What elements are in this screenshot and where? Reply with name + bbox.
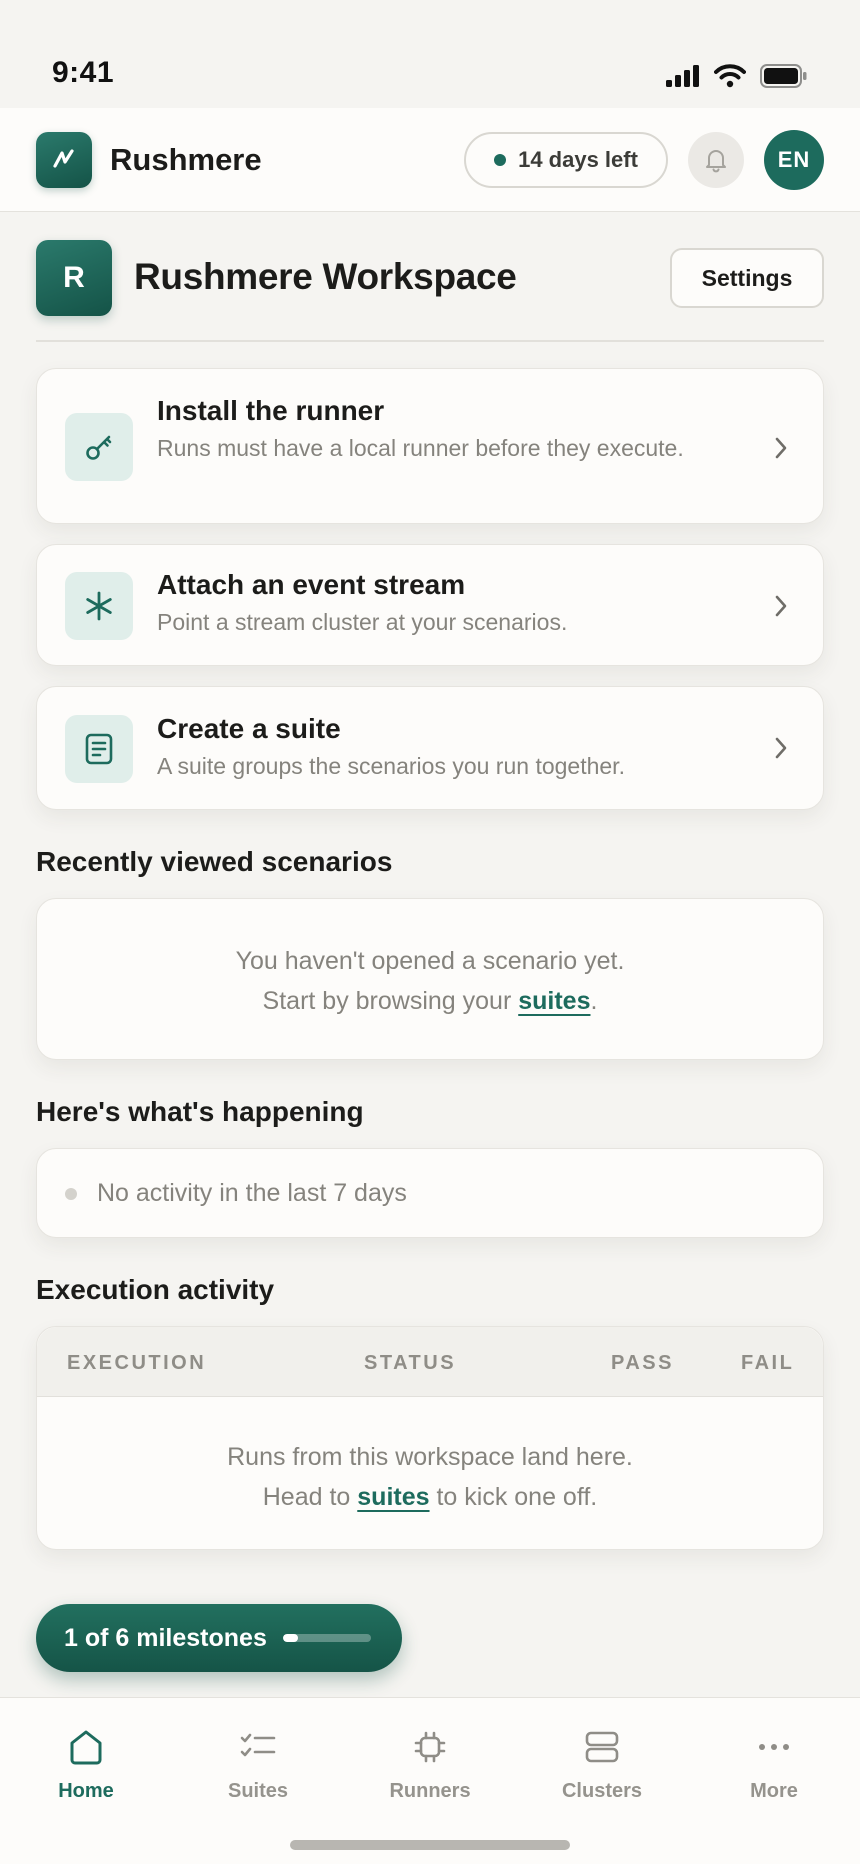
chevron-right-icon [775,437,787,459]
task-description: Point a stream cluster at your scenarios… [157,609,568,635]
status-icons [666,64,808,88]
column-header-fail: FAIL [741,1352,795,1374]
battery-icon [760,64,807,88]
server-icon [585,1731,619,1763]
checklist-icon [240,1733,276,1757]
section-title-happening: Here's what's happening [36,1096,364,1127]
section-title-executions: Execution activity [36,1274,275,1305]
recent-scenarios-card: You haven't opened a scenario yet. Start… [36,898,824,1060]
empty-state-prefix: Head to [262,1483,358,1511]
tab-clusters[interactable]: Clusters [532,1722,672,1803]
task-title: Install the runner [157,395,385,426]
logo-mark-icon [53,149,74,168]
app-header: Rushmere 14 days left EN [0,108,860,212]
app-logo[interactable] [36,132,92,188]
milestones-progress [282,1634,371,1642]
asterisk-icon [86,591,112,621]
tab-home[interactable]: Home [16,1722,156,1803]
tab-label: More [750,1780,798,1802]
task-icon-container [65,572,133,640]
tab-more[interactable]: More [704,1722,844,1803]
tab-label: Runners [389,1780,471,1802]
tab-label: Suites [227,1780,289,1802]
task-title: Create a suite [157,713,341,744]
empty-state-text: Runs from this workspace land here. Head… [37,1437,823,1517]
chevron-right-icon [775,737,787,759]
executions-table: EXECUTION STATUS PASS FAIL Runs from thi… [36,1326,824,1550]
empty-state-text: You haven't opened a scenario yet. Start… [37,941,823,1021]
milestones-progress-fill [282,1634,298,1642]
settings-button[interactable]: Settings [670,248,824,308]
empty-state-line: Runs from this workspace land here. [227,1443,633,1471]
home-indicator [290,1840,570,1850]
status-bar: 9:41 [0,0,860,108]
chip-icon [414,1731,446,1763]
workspace-badge: R [36,240,112,316]
suites-link[interactable]: suites [518,987,590,1015]
table-header: EXECUTION STATUS PASS FAIL [37,1327,823,1397]
empty-state-prefix: Start by browsing your [262,987,519,1015]
activity-card: No activity in the last 7 days [36,1148,824,1238]
task-icon-container [65,715,133,783]
task-card-event-stream[interactable]: Attach an event stream Point a stream cl… [36,544,824,666]
task-card-create-suite[interactable]: Create a suite A suite groups the scenar… [36,686,824,810]
task-title: Attach an event stream [157,569,466,600]
trial-status-dot [494,154,507,166]
task-icon-container [65,413,133,481]
column-header-pass: PASS [611,1352,674,1374]
activity-status-dot [65,1188,77,1200]
tab-label: Home [58,1780,114,1802]
home-icon [70,1730,102,1765]
divider [36,340,824,342]
task-card-install-runner[interactable]: Install the runner Runs must have a loca… [36,368,824,524]
document-icon [85,733,113,765]
activity-text: No activity in the last 7 days [97,1179,407,1207]
more-icon [759,1744,789,1750]
section-title-recent: Recently viewed scenarios [36,846,393,877]
milestones-button[interactable]: 1 of 6 milestones [36,1604,402,1672]
avatar[interactable]: EN [764,130,824,190]
tab-suites[interactable]: Suites [188,1722,328,1803]
suites-link[interactable]: suites [357,1483,429,1511]
tab-bar: Home Suites Runners Clusters More [0,1697,860,1864]
empty-state-line: Start by browsing your suites. [37,981,823,1021]
tab-label: Clusters [561,1780,643,1802]
empty-state-line: Head to suites to kick one off. [37,1477,823,1517]
column-header-execution: EXECUTION [67,1352,207,1374]
column-header-status: STATUS [364,1352,457,1374]
signal-icon [666,65,699,87]
chevron-right-icon [775,595,787,617]
trial-badge[interactable]: 14 days left [464,132,668,188]
milestones-label: 1 of 6 milestones [64,1623,267,1652]
task-description: A suite groups the scenarios you run tog… [157,753,625,779]
empty-state-line: You haven't opened a scenario yet. [235,947,625,975]
tab-runners[interactable]: Runners [360,1722,500,1803]
brand-name: Rushmere [110,142,262,177]
trial-label: 14 days left [518,147,638,172]
key-icon [86,435,112,460]
status-time: 9:41 [52,56,115,89]
wifi-icon [714,64,746,88]
empty-state-suffix: to kick one off. [429,1483,598,1511]
page-title: Rushmere Workspace [134,256,517,297]
notifications-button[interactable] [688,132,744,188]
empty-state-suffix: . [590,987,598,1015]
task-description: Runs must have a local runner before the… [157,435,684,461]
bell-icon [706,150,726,173]
